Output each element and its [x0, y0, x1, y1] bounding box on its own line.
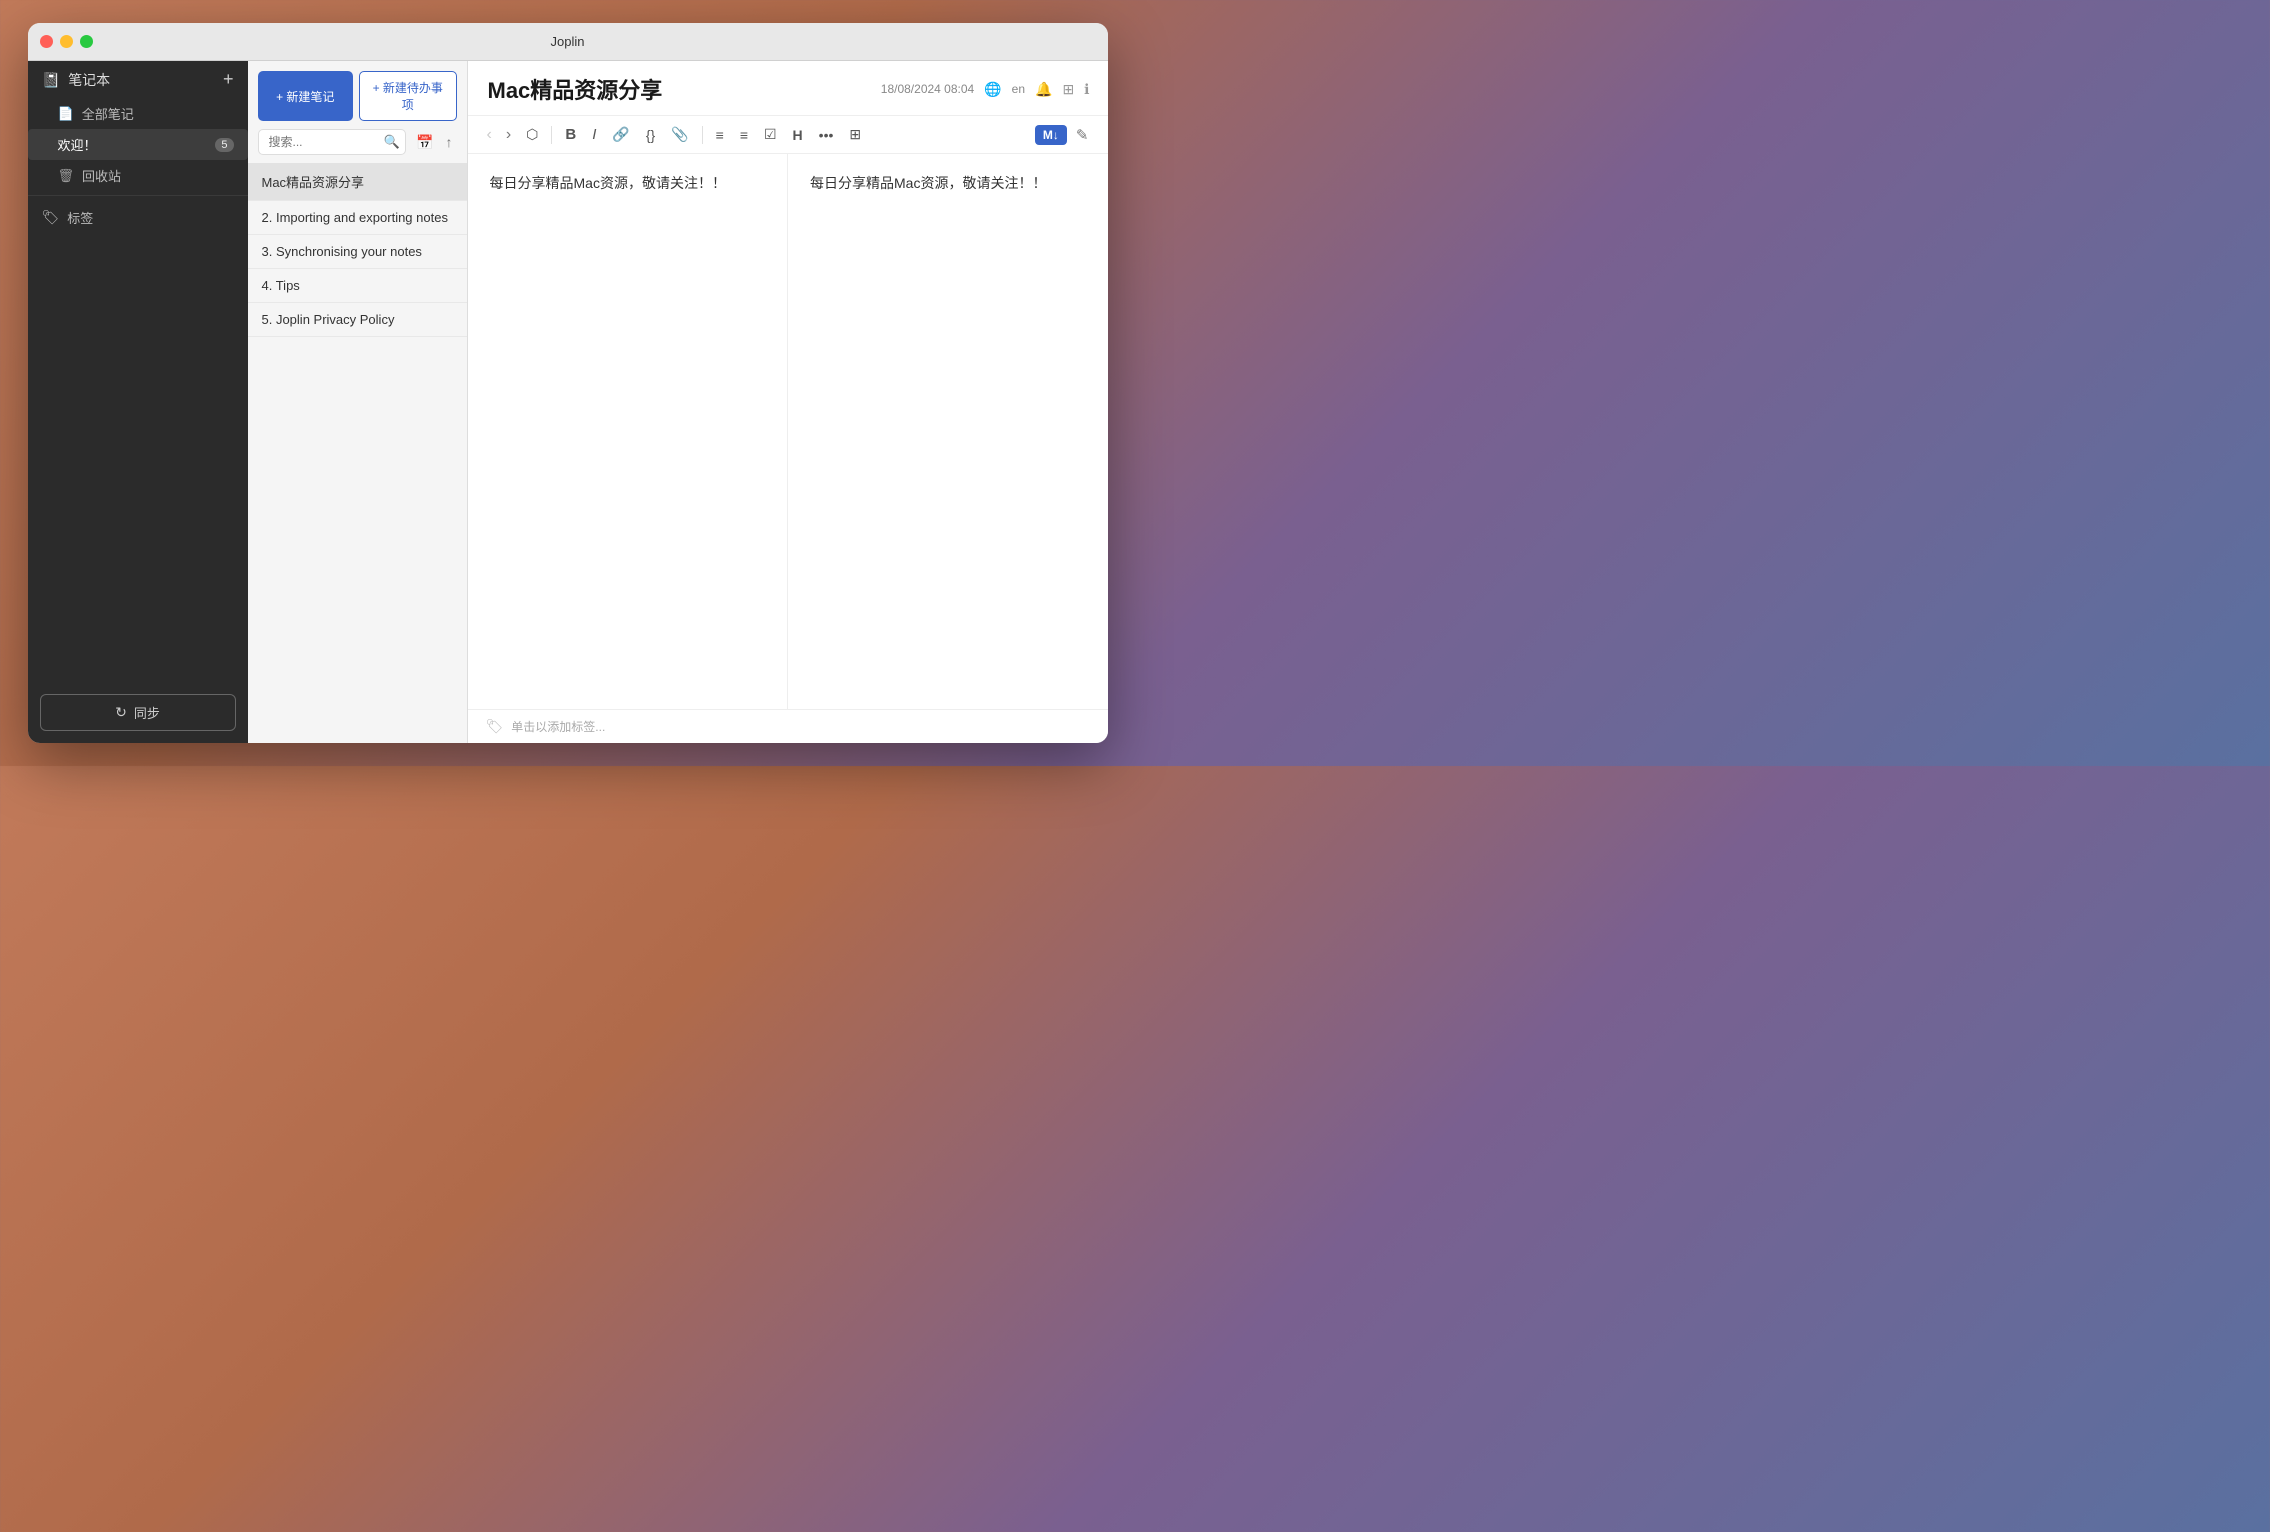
- sort-buttons: 📅 ↑: [412, 131, 456, 154]
- editor-header: Mac精品资源分享 18/08/2024 08:04 🌐 en 🔔 ⊞ ℹ: [468, 61, 1108, 116]
- hr-button[interactable]: •••: [813, 123, 840, 147]
- note-title: Mac精品资源分享: [488, 73, 663, 105]
- editor-right-pane: 每日分享精品Mac资源，敬请关注！！: [788, 154, 1108, 709]
- minimize-button[interactable]: [60, 35, 73, 48]
- bell-icon[interactable]: 🔔: [1035, 81, 1052, 98]
- editor-footer: 🏷 单击以添加标签...: [468, 709, 1108, 743]
- editor-content-right: 每日分享精品Mac资源，敬请关注！！: [810, 175, 1046, 191]
- info-icon[interactable]: ℹ: [1084, 81, 1089, 98]
- sort-calendar-button[interactable]: 📅: [412, 131, 437, 154]
- note-title-3: 4. Tips: [262, 278, 300, 293]
- notebook-header-left: 📓 笔记本: [42, 70, 111, 90]
- link-button[interactable]: 🔗: [606, 122, 635, 147]
- italic-button[interactable]: I: [586, 122, 602, 147]
- note-item-3[interactable]: 4. Tips: [248, 269, 467, 303]
- notebook-header: 📓 笔记本 +: [28, 61, 248, 98]
- sidebar-item-trash[interactable]: 🗑 回收站: [28, 160, 248, 191]
- tag-placeholder[interactable]: 单击以添加标签...: [511, 718, 605, 735]
- all-notes-icon: 📄: [58, 106, 74, 122]
- sidebar-item-all-notes[interactable]: 📄 全部笔记: [28, 98, 248, 129]
- sidebar-item-welcome[interactable]: 欢迎！ 5: [28, 129, 248, 160]
- note-item-4[interactable]: 5. Joplin Privacy Policy: [248, 303, 467, 337]
- heading-button[interactable]: H: [787, 123, 809, 147]
- editor-left-pane[interactable]: 每日分享精品Mac资源，敬请关注！！: [468, 154, 789, 709]
- welcome-badge: 5: [215, 138, 233, 152]
- notebook-icon: 📓: [42, 71, 61, 89]
- toolbar-separator-1: [551, 126, 552, 144]
- checklist-button[interactable]: ☑: [758, 122, 783, 147]
- note-item-1[interactable]: 2. Importing and exporting notes: [248, 201, 467, 235]
- editor-area: Mac精品资源分享 18/08/2024 08:04 🌐 en 🔔 ⊞ ℹ ‹ …: [468, 61, 1108, 743]
- close-button[interactable]: [40, 35, 53, 48]
- tags-label: 标签: [67, 208, 93, 227]
- note-date: 18/08/2024 08:04: [881, 82, 974, 96]
- notebook-label: 笔记本: [68, 70, 110, 90]
- sync-label: 同步: [134, 703, 160, 722]
- note-title-1: 2. Importing and exporting notes: [262, 210, 448, 225]
- trash-icon: 🗑: [58, 168, 75, 184]
- main-content: 📓 笔记本 + 📄 全部笔记 欢迎！ 5 🗑 回收站 🏷 标签: [28, 61, 1108, 743]
- search-icon-button[interactable]: 🔍: [384, 134, 400, 150]
- bold-button[interactable]: B: [559, 122, 582, 147]
- note-title-0: Mac精品资源分享: [262, 175, 365, 190]
- app-title: Joplin: [551, 34, 585, 49]
- welcome-label: 欢迎！: [58, 135, 97, 154]
- globe-icon[interactable]: 🌐: [984, 81, 1001, 98]
- new-todo-button[interactable]: + 新建待办事项: [359, 71, 457, 121]
- numbered-list-button[interactable]: ≡: [734, 123, 754, 147]
- note-lang: en: [1012, 82, 1025, 96]
- sidebar-item-tags[interactable]: 🏷 标签: [28, 200, 248, 235]
- notes-items: Mac精品资源分享 2. Importing and exporting not…: [248, 163, 467, 743]
- note-item-0[interactable]: Mac精品资源分享: [248, 163, 467, 201]
- add-notebook-button[interactable]: +: [223, 69, 234, 90]
- markdown-button[interactable]: M↓: [1035, 125, 1067, 145]
- forward-button[interactable]: ›: [501, 123, 516, 147]
- bullet-list-button[interactable]: ≡: [710, 123, 730, 147]
- notes-toolbar: + 新建笔记 + 新建待办事项: [248, 61, 467, 129]
- traffic-lights: [40, 35, 93, 48]
- external-link-button[interactable]: ⬡: [520, 122, 544, 147]
- back-button[interactable]: ‹: [482, 123, 497, 147]
- new-note-button[interactable]: + 新建笔记: [258, 71, 354, 121]
- app-window: Joplin 📓 笔记本 + 📄 全部笔记 欢迎！ 5 🗑: [28, 23, 1108, 743]
- note-title-4: 5. Joplin Privacy Policy: [262, 312, 395, 327]
- notes-list-panel: + 新建笔记 + 新建待办事项 🔍 📅 ↑ Mac精品资源分享 2. Imp: [248, 61, 468, 743]
- note-meta: 18/08/2024 08:04 🌐 en 🔔 ⊞ ℹ: [881, 81, 1090, 98]
- search-input-wrap: 🔍: [258, 129, 407, 155]
- attach-button[interactable]: 📎: [665, 122, 694, 147]
- editor-content-left: 每日分享精品Mac资源，敬请关注！！: [490, 175, 726, 191]
- code-button[interactable]: {}: [640, 123, 661, 147]
- edit-button[interactable]: ✎: [1071, 123, 1094, 147]
- toolbar-right: M↓ ✎: [1035, 123, 1094, 147]
- footer-tag-icon: 🏷: [486, 718, 504, 735]
- note-title-2: 3. Synchronising your notes: [262, 244, 422, 259]
- tags-icon: 🏷: [42, 209, 60, 226]
- sidebar: 📓 笔记本 + 📄 全部笔记 欢迎！ 5 🗑 回收站 🏷 标签: [28, 61, 248, 743]
- titlebar: Joplin: [28, 23, 1108, 61]
- sync-icon: ↻: [115, 704, 127, 721]
- sidebar-divider: [28, 195, 248, 196]
- maximize-button[interactable]: [80, 35, 93, 48]
- layout-icon[interactable]: ⊞: [1062, 81, 1074, 98]
- editor-split: 每日分享精品Mac资源，敬请关注！！ 每日分享精品Mac资源，敬请关注！！: [468, 154, 1108, 709]
- toolbar-separator-2: [702, 126, 703, 144]
- editor-toolbar: ‹ › ⬡ B I 🔗 {} 📎 ≡ ≡ ☑ H ••• ⊞ M↓ ✎: [468, 116, 1108, 154]
- trash-label: 回收站: [82, 166, 121, 185]
- sort-reverse-button[interactable]: ↑: [442, 131, 457, 154]
- sync-button[interactable]: ↻ 同步: [40, 694, 236, 731]
- note-item-2[interactable]: 3. Synchronising your notes: [248, 235, 467, 269]
- search-bar: 🔍 📅 ↑: [248, 129, 467, 163]
- table-button[interactable]: ⊞: [843, 122, 867, 147]
- all-notes-label: 全部笔记: [82, 104, 134, 123]
- sidebar-bottom: ↻ 同步: [28, 682, 248, 743]
